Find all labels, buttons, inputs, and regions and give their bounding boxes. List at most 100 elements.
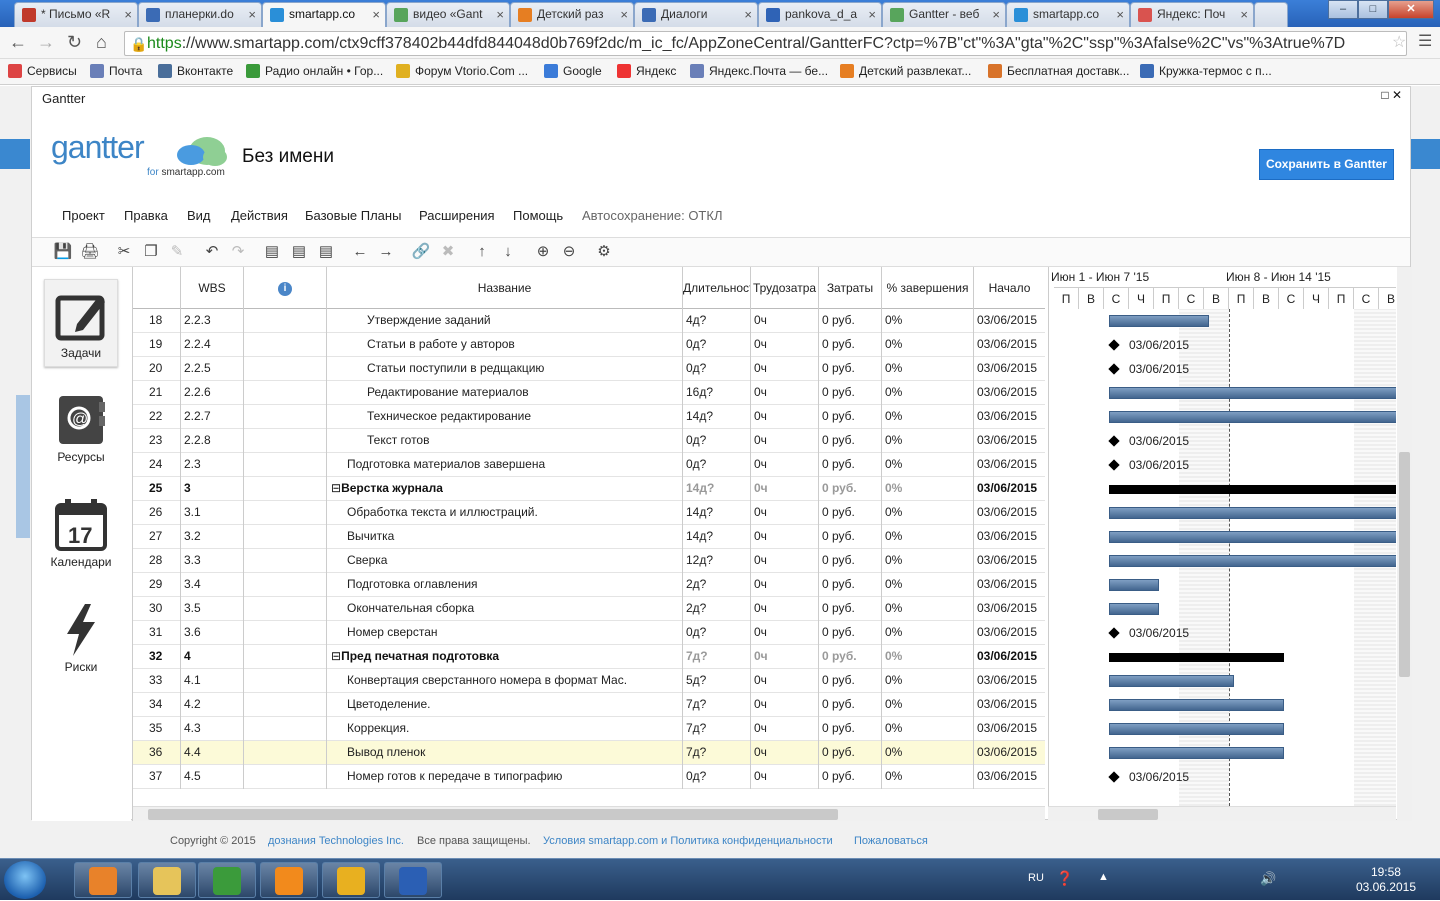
cost-cell[interactable]: 0 руб. (819, 501, 882, 525)
forward-icon[interactable]: → (37, 33, 55, 51)
browser-tab[interactable]: pankova_d_a × (758, 2, 882, 27)
percent-cell[interactable]: 0% (882, 357, 974, 381)
browser-tab[interactable]: smartapp.co × (1006, 2, 1130, 27)
work-cell[interactable]: 0ч (751, 333, 819, 357)
start-cell[interactable]: 03/06/2015 (974, 573, 1045, 597)
info-cell[interactable] (244, 429, 327, 453)
name-cell[interactable]: Подготовка материалов завершена (327, 453, 683, 477)
info-cell[interactable] (244, 669, 327, 693)
duration-cell[interactable]: 14д? (683, 525, 751, 549)
zoom-in-icon[interactable]: ⊕ (533, 242, 553, 262)
info-cell[interactable] (244, 765, 327, 789)
info-cell[interactable] (244, 525, 327, 549)
wbs-cell[interactable]: 4 (181, 645, 244, 669)
duration-cell[interactable]: 14д? (683, 477, 751, 501)
cost-cell[interactable]: 0 руб. (819, 765, 882, 789)
menu-item[interactable]: Помощь (513, 208, 563, 223)
cost-cell[interactable]: 0 руб. (819, 477, 882, 501)
home-icon[interactable]: ⌂ (96, 33, 107, 51)
menu-item[interactable]: Правка (124, 208, 168, 223)
insert-task-icon[interactable]: ▤ (262, 242, 282, 262)
close-icon[interactable]: × (1116, 3, 1124, 26)
table-row[interactable]: 37 4.5 Номер готов к передаче в типографию… (133, 765, 1045, 789)
bookmark-item[interactable]: Бесплатная доставк... (988, 63, 1129, 79)
duration-cell[interactable]: 0д? (683, 453, 751, 477)
wbs-cell[interactable]: 4.3 (181, 717, 244, 741)
print-icon[interactable]: 🖨 (80, 242, 100, 262)
cost-cell[interactable]: 0 руб. (819, 429, 882, 453)
work-cell[interactable]: 0ч (751, 741, 819, 765)
bookmark-item[interactable]: Вконтакте (158, 63, 233, 79)
name-cell[interactable]: Статьи поступили в редщакцию (327, 357, 683, 381)
work-cell[interactable]: 0ч (751, 693, 819, 717)
menu-item[interactable]: Действия (231, 208, 288, 223)
duration-cell[interactable]: 0д? (683, 357, 751, 381)
wbs-cell[interactable]: 3.2 (181, 525, 244, 549)
browser-tab[interactable]: Gantter - веб × (882, 2, 1006, 27)
percent-cell[interactable]: 0% (882, 765, 974, 789)
start-cell[interactable]: 03/06/2015 (974, 717, 1045, 741)
table-row[interactable]: 33 4.1 Конвертация сверстанного номера в … (133, 669, 1045, 693)
start-cell[interactable]: 03/06/2015 (974, 645, 1045, 669)
percent-cell[interactable]: 0% (882, 309, 974, 333)
duration-cell[interactable]: 0д? (683, 765, 751, 789)
name-header[interactable]: Название (327, 267, 683, 309)
move-up-icon[interactable]: ↑ (472, 242, 492, 262)
close-icon[interactable]: × (992, 3, 1000, 26)
cost-cell[interactable]: 0 руб. (819, 621, 882, 645)
table-row[interactable]: 36 4.4 Вывод пленок 7д? 0ч 0 руб. 0% 03/06/2015 (133, 741, 1045, 765)
cost-header[interactable]: Затраты (819, 267, 882, 309)
table-row[interactable]: 23 2.2.8 Текст готов 0д? 0ч 0 руб. 0% 03/06/201… (133, 429, 1045, 453)
name-cell[interactable]: Техническое редактирование (327, 405, 683, 429)
work-cell[interactable]: 0ч (751, 477, 819, 501)
insert-subtask-icon[interactable]: ▤ (289, 242, 309, 262)
percent-cell[interactable]: 0% (882, 381, 974, 405)
work-header[interactable]: Трудозатра (751, 267, 819, 309)
task-bar[interactable] (1109, 531, 1396, 543)
table-row[interactable]: 21 2.2.6 Редактирование материалов 16д? 0ч 0 … (133, 381, 1045, 405)
percent-cell[interactable]: 0% (882, 477, 974, 501)
info-cell[interactable] (244, 453, 327, 477)
cost-cell[interactable]: 0 руб. (819, 573, 882, 597)
start-cell[interactable]: 03/06/2015 (974, 309, 1045, 333)
nav-edit[interactable]: Задачи (44, 279, 118, 367)
duration-cell[interactable]: 12д? (683, 549, 751, 573)
duration-cell[interactable]: 0д? (683, 429, 751, 453)
duration-cell[interactable]: 7д? (683, 693, 751, 717)
table-row[interactable]: 18 2.2.3 Утверждение заданий 4д? 0ч 0 руб. 0% 0… (133, 309, 1045, 333)
wbs-cell[interactable]: 3.5 (181, 597, 244, 621)
cost-cell[interactable]: 0 руб. (819, 717, 882, 741)
tray-expand-icon[interactable]: ▲ (1098, 871, 1109, 883)
delete-task-icon[interactable]: ▤ (316, 242, 336, 262)
table-row[interactable]: 20 2.2.5 Статьи поступили в редщакцию 0д? 0ч… (133, 357, 1045, 381)
work-cell[interactable]: 0ч (751, 357, 819, 381)
info-cell[interactable] (244, 693, 327, 717)
percent-cell[interactable]: 0% (882, 645, 974, 669)
document-title[interactable]: Без имени (242, 146, 334, 168)
grid-horizontal-scrollbar[interactable] (133, 806, 1045, 821)
start-cell[interactable]: 03/06/2015 (974, 357, 1045, 381)
table-row[interactable]: 34 4.2 Цветоделение. 7д? 0ч 0 руб. 0% 03/06/201… (133, 693, 1045, 717)
taskbar-word[interactable] (384, 862, 442, 898)
menu-item[interactable]: Базовые Планы (305, 208, 401, 223)
milestone-diamond[interactable] (1108, 459, 1120, 471)
duration-cell[interactable]: 14д? (683, 501, 751, 525)
name-cell[interactable]: Текст готов (327, 429, 683, 453)
volume-icon[interactable]: 🔊 (1260, 871, 1276, 887)
table-row[interactable]: 24 2.3 Подготовка материалов завершена 0д? 0… (133, 453, 1045, 477)
name-cell[interactable]: Подготовка оглавления (327, 573, 683, 597)
wbs-cell[interactable]: 2.2.7 (181, 405, 244, 429)
wbs-cell[interactable]: 4.1 (181, 669, 244, 693)
work-cell[interactable]: 0ч (751, 453, 819, 477)
task-bar[interactable] (1109, 699, 1284, 711)
milestone-diamond[interactable] (1108, 435, 1120, 447)
start-cell[interactable]: 03/06/2015 (974, 669, 1045, 693)
terms-link[interactable]: Условия smartapp.com и Политика конфиден… (543, 835, 833, 847)
feedback-side-tab[interactable] (16, 395, 30, 538)
task-bar[interactable] (1109, 555, 1396, 567)
wbs-cell[interactable]: 3.3 (181, 549, 244, 573)
info-cell[interactable] (244, 381, 327, 405)
nav-lightning[interactable]: Риски (44, 594, 118, 674)
start-cell[interactable]: 03/06/2015 (974, 597, 1045, 621)
help-icon[interactable]: ❓ (1056, 870, 1073, 887)
